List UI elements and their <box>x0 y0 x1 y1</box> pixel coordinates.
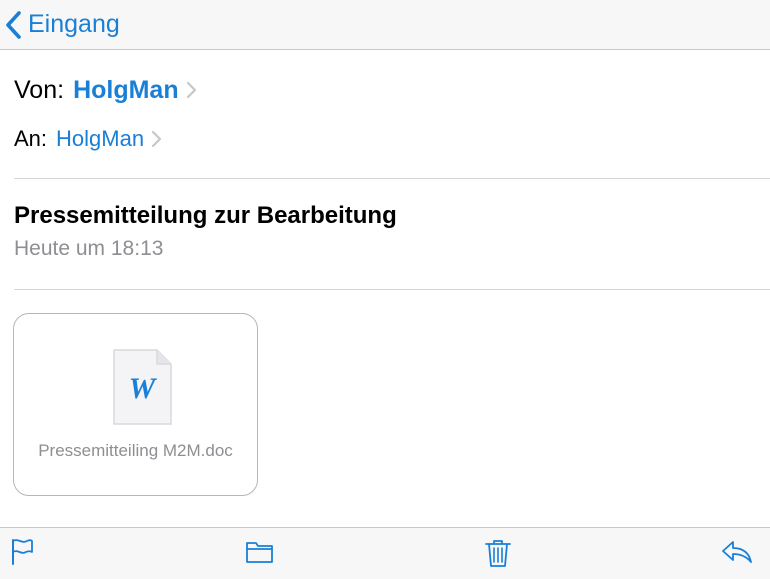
attachment-filename: Pressemitteiling M2M.doc <box>38 441 233 460</box>
reply-button[interactable] <box>720 538 754 571</box>
move-to-folder-button[interactable] <box>245 538 275 571</box>
from-label: Von: <box>14 75 65 104</box>
sender-name: HolgMan <box>73 75 179 104</box>
chevron-left-icon <box>6 10 21 39</box>
chevron-right-icon <box>186 81 196 99</box>
recipient-row: An: HolgMan <box>14 122 162 156</box>
reply-icon <box>722 541 752 563</box>
subject-divider <box>14 289 770 290</box>
back-button[interactable]: Eingang <box>0 0 120 49</box>
recipient-contact[interactable]: HolgMan <box>47 126 162 152</box>
navigation-bar: Eingang <box>0 0 770 50</box>
sender-row: Von: HolgMan <box>14 71 197 109</box>
folder-icon <box>246 542 273 563</box>
word-document-icon: W <box>113 349 172 425</box>
flag-button[interactable] <box>10 538 36 571</box>
attachment-card[interactable]: W Pressemitteiling M2M.doc <box>13 313 258 496</box>
recipient-name: HolgMan <box>56 126 145 151</box>
header-divider <box>14 178 770 179</box>
word-icon-letter: W <box>129 372 158 405</box>
message-timestamp: Heute um 18:13 <box>14 237 164 260</box>
trash-icon <box>485 540 511 567</box>
message-subject: Pressemitteilung zur Bearbeitung <box>14 202 397 229</box>
flag-icon <box>12 539 33 565</box>
chevron-right-icon <box>151 130 162 148</box>
to-label: An: <box>14 126 48 151</box>
sender-contact[interactable]: HolgMan <box>64 76 197 105</box>
bottom-toolbar <box>0 527 770 579</box>
back-button-label: Eingang <box>28 10 120 38</box>
delete-button[interactable] <box>485 538 511 573</box>
